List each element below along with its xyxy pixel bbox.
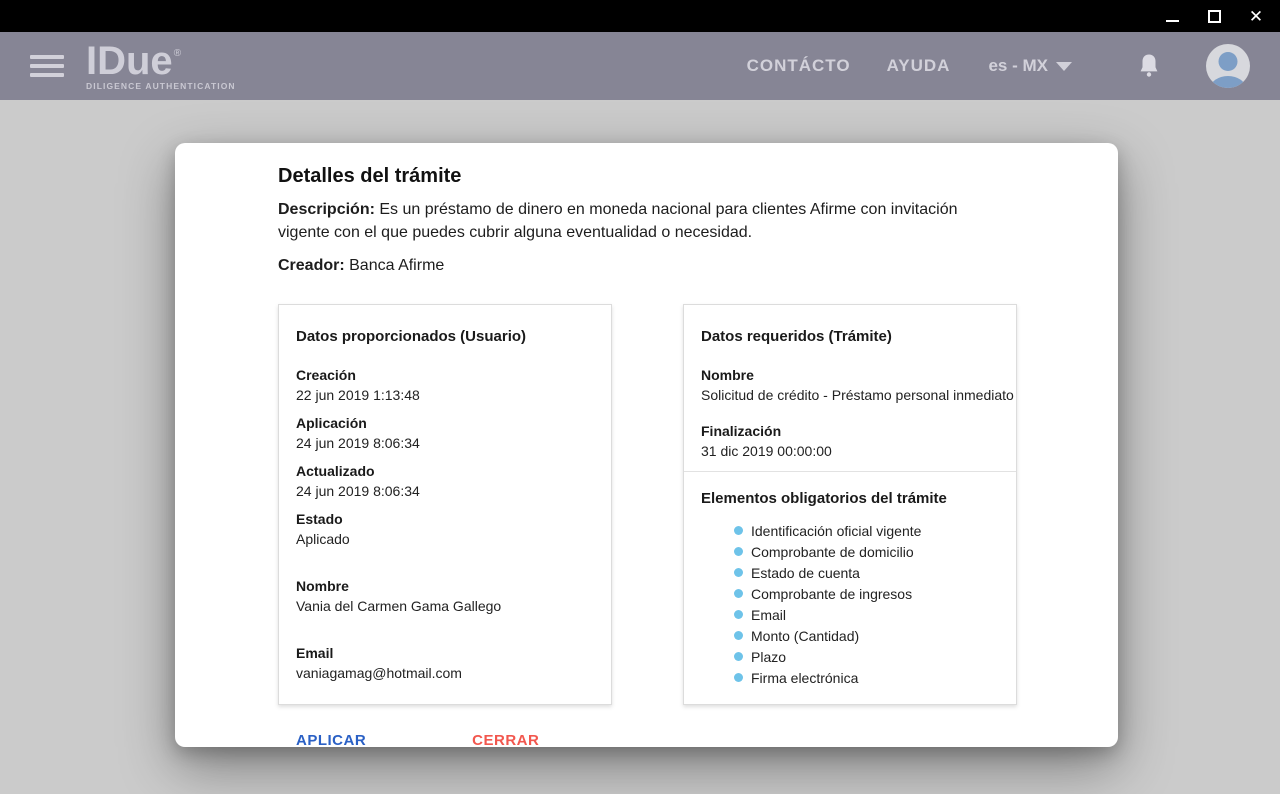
notifications-button[interactable] [1138, 53, 1160, 79]
list-item: Comprobante de ingresos [734, 583, 999, 604]
page-background: Detalles del trámite Descripción: Es un … [0, 100, 1280, 794]
nav-contact-link[interactable]: CONTÁCTO [747, 56, 851, 76]
list-item: Identificación oficial vigente [734, 520, 999, 541]
header-nav: CONTÁCTO AYUDA es - MX [747, 44, 1250, 88]
description-text: Es un préstamo de dinero en moneda nacio… [278, 201, 957, 241]
app-header: IDue® DILIGENCE AUTHENTICATION CONTÁCTO … [0, 32, 1280, 100]
cards-row: Datos proporcionados (Usuario) Creación … [278, 304, 1017, 705]
field-finalizacion: Finalización 31 dic 2019 00:00:00 [701, 423, 999, 459]
bullet-icon [734, 652, 743, 661]
app-logo[interactable]: IDue® DILIGENCE AUTHENTICATION [86, 41, 236, 91]
maximize-icon [1208, 10, 1221, 23]
description-label: Descripción: [278, 201, 375, 218]
modal-creator: Creador: Banca Afirme [278, 257, 1017, 275]
field-aplicacion: Aplicación 24 jun 2019 8:06:34 [296, 415, 594, 451]
field-tramite-nombre: Nombre Solicitud de crédito - Préstamo p… [701, 367, 999, 403]
list-item: Plazo [734, 646, 999, 667]
bullet-icon [734, 589, 743, 598]
field-estado: Estado Aplicado [296, 511, 594, 547]
bullet-icon [734, 526, 743, 535]
list-item: Monto (Cantidad) [734, 625, 999, 646]
creator-text: Banca Afirme [345, 257, 445, 274]
card-divider [684, 471, 1016, 472]
list-item: Estado de cuenta [734, 562, 999, 583]
language-selector[interactable]: es - MX [988, 56, 1072, 76]
field-nombre: Nombre Vania del Carmen Gama Gallego [296, 578, 594, 614]
avatar-person-icon [1219, 52, 1238, 71]
logo-title: IDue® [86, 41, 236, 81]
user-avatar[interactable] [1206, 44, 1250, 88]
window-minimize-button[interactable] [1162, 6, 1182, 26]
procedure-details-modal: Detalles del trámite Descripción: Es un … [175, 143, 1118, 747]
list-item: Firma electrónica [734, 667, 999, 688]
required-elements-list: Identificación oficial vigente Comproban… [701, 520, 999, 688]
bullet-icon [734, 547, 743, 556]
close-icon: ✕ [1249, 8, 1263, 25]
bullet-icon [734, 631, 743, 640]
minimize-icon [1166, 20, 1179, 22]
language-label: es - MX [988, 56, 1048, 76]
window-titlebar: ✕ [0, 0, 1280, 32]
procedure-card-title: Datos requeridos (Trámite) [701, 328, 999, 345]
apply-button[interactable]: APLICAR [286, 728, 376, 753]
list-item: Comprobante de domicilio [734, 541, 999, 562]
bullet-icon [734, 568, 743, 577]
modal-title: Detalles del trámite [278, 165, 1017, 188]
chevron-down-icon [1056, 62, 1072, 71]
modal-actions: APLICAR CERRAR [278, 728, 1017, 753]
required-elements-title: Elementos obligatorios del trámite [701, 490, 999, 507]
window-close-button[interactable]: ✕ [1246, 6, 1266, 26]
user-card-title: Datos proporcionados (Usuario) [296, 328, 594, 345]
modal-description: Descripción: Es un préstamo de dinero en… [278, 198, 973, 244]
bullet-icon [734, 673, 743, 682]
nav-help-link[interactable]: AYUDA [887, 56, 951, 76]
cancel-button[interactable]: CERRAR [462, 728, 549, 753]
menu-icon[interactable] [30, 55, 64, 77]
window-maximize-button[interactable] [1204, 6, 1224, 26]
bullet-icon [734, 610, 743, 619]
field-creacion: Creación 22 jun 2019 1:13:48 [296, 367, 594, 403]
procedure-data-card: Datos requeridos (Trámite) Nombre Solici… [683, 304, 1017, 705]
registered-mark: ® [174, 48, 181, 59]
field-actualizado: Actualizado 24 jun 2019 8:06:34 [296, 463, 594, 499]
field-email: Email vaniagamag@hotmail.com [296, 645, 594, 681]
bell-icon [1138, 53, 1160, 79]
list-item: Email [734, 604, 999, 625]
creator-label: Creador: [278, 257, 345, 274]
user-data-card: Datos proporcionados (Usuario) Creación … [278, 304, 612, 705]
logo-subtitle: DILIGENCE AUTHENTICATION [86, 82, 236, 91]
